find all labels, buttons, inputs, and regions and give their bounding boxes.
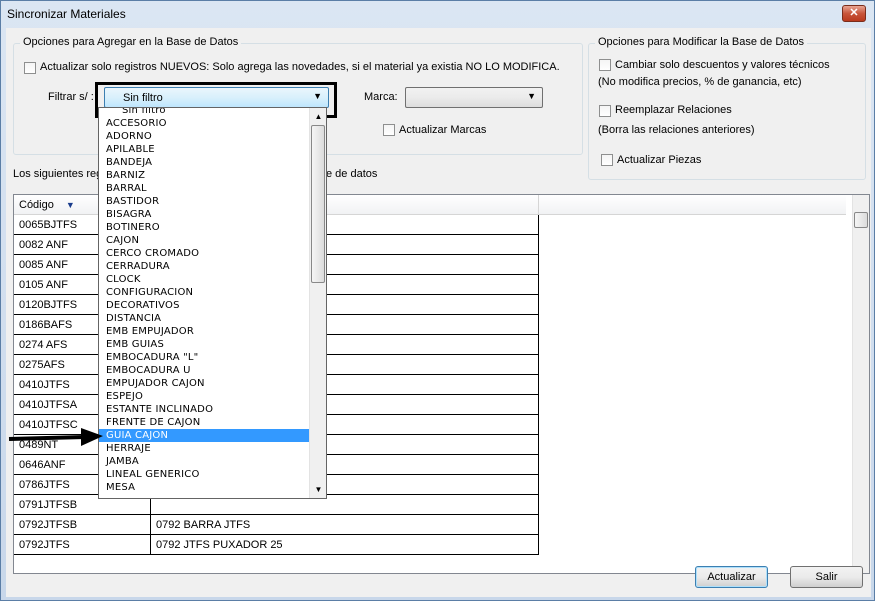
- dropdown-option[interactable]: EMBOCADURA U: [99, 364, 310, 377]
- dropdown-option[interactable]: BASTIDOR: [99, 195, 310, 208]
- update-brands-label: Actualizar Marcas: [399, 124, 487, 136]
- brand-label: Marca:: [364, 91, 398, 103]
- close-icon: ✕: [849, 7, 859, 19]
- discounts-note: (No modifica precios, % de ganancia, etc…: [598, 76, 802, 88]
- dropdown-option[interactable]: ESTANTE INCLINADO: [99, 403, 310, 416]
- records-label: Los siguientes regis: [13, 168, 111, 180]
- dropdown-scroll-thumb[interactable]: [311, 125, 325, 283]
- dropdown-option[interactable]: DECORATIVOS: [99, 299, 310, 312]
- brand-combo[interactable]: ▼: [405, 87, 543, 108]
- dropdown-scrollbar[interactable]: ▲ ▼: [309, 108, 326, 498]
- close-button[interactable]: ✕: [842, 5, 866, 22]
- filter-label: Filtrar s/ :: [48, 91, 94, 103]
- dropdown-option[interactable]: BISAGRA: [99, 208, 310, 221]
- replace-relations-checkbox[interactable]: [599, 105, 611, 117]
- dropdown-option[interactable]: CERCO CROMADO: [99, 247, 310, 260]
- modify-options-group: Opciones para Modificar la Base de Datos…: [588, 36, 866, 180]
- grid-scroll-thumb[interactable]: [854, 212, 868, 228]
- only-new-label: Actualizar solo registros NUEVOS: Solo a…: [40, 61, 560, 73]
- dropdown-option[interactable]: BOTINERO: [99, 221, 310, 234]
- dropdown-option[interactable]: EMB GUIAS: [99, 338, 310, 351]
- discounts-checkbox[interactable]: [599, 59, 611, 71]
- dropdown-option[interactable]: ACCESORIO: [99, 117, 310, 130]
- replace-relations-label: Reemplazar Relaciones: [615, 104, 732, 116]
- window-title: Sincronizar Materiales: [7, 7, 126, 21]
- update-button[interactable]: Actualizar: [695, 566, 768, 588]
- table-row[interactable]: 0792JTFSB 0792 BARRA JTFS: [14, 515, 539, 535]
- update-parts-label: Actualizar Piezas: [617, 154, 702, 166]
- dropdown-option[interactable]: BARNIZ: [99, 169, 310, 182]
- annotation-arrow-icon: [8, 428, 103, 446]
- modify-options-title: Opciones para Modificar la Base de Datos: [595, 36, 808, 48]
- records-label-tail: e de datos: [326, 168, 378, 180]
- dropdown-option[interactable]: MESA: [99, 481, 310, 494]
- dropdown-option[interactable]: LINEAL GENERICO: [99, 468, 310, 481]
- cell-code: 0792JTFS: [14, 535, 151, 555]
- dropdown-option[interactable]: JAMBA: [99, 455, 310, 468]
- dropdown-option[interactable]: FRENTE DE CAJON: [99, 416, 310, 429]
- update-parts-checkbox[interactable]: [601, 154, 613, 166]
- dropdown-option[interactable]: DISTANCIA: [99, 312, 310, 325]
- dropdown-option[interactable]: BARRAL: [99, 182, 310, 195]
- dropdown-option[interactable]: CAJON: [99, 234, 310, 247]
- dropdown-option[interactable]: BANDEJA: [99, 156, 310, 169]
- scroll-up-icon[interactable]: ▲: [310, 108, 326, 125]
- exit-button[interactable]: Salir: [790, 566, 863, 588]
- update-brands-checkbox[interactable]: [383, 124, 395, 136]
- grid-scrollbar[interactable]: [852, 195, 869, 573]
- chevron-down-icon: ▼: [527, 91, 536, 101]
- discounts-label: Cambiar solo descuentos y valores técnic…: [615, 59, 830, 71]
- dropdown-option[interactable]: CLOCK: [99, 273, 310, 286]
- dropdown-option[interactable]: Sin filtro: [99, 108, 310, 117]
- add-options-title: Opciones para Agregar en la Base de Dato…: [20, 36, 242, 48]
- scroll-down-icon[interactable]: ▼: [310, 481, 326, 498]
- replace-relations-note: (Borra las relaciones anteriores): [598, 124, 755, 136]
- cell-description: 0792 JTFS PUXADOR 25: [151, 535, 539, 555]
- only-new-checkbox[interactable]: [24, 62, 36, 74]
- dropdown-option[interactable]: APILABLE: [99, 143, 310, 156]
- dropdown-option[interactable]: ESPEJO: [99, 390, 310, 403]
- dropdown-option[interactable]: HERRAJE: [99, 442, 310, 455]
- dropdown-option[interactable]: EMPUJADOR CAJON: [99, 377, 310, 390]
- dropdown-option[interactable]: EMBOCADURA "L": [99, 351, 310, 364]
- dropdown-option[interactable]: ADORNO: [99, 130, 310, 143]
- dropdown-option[interactable]: EMB EMPUJADOR: [99, 325, 310, 338]
- dropdown-option[interactable]: CERRADURA: [99, 260, 310, 273]
- cell-description: 0792 BARRA JTFS: [151, 515, 539, 535]
- sync-materials-window: Sincronizar Materiales ✕ Opciones para A…: [0, 0, 875, 601]
- filter-dropdown-list[interactable]: Sin filtro ACCESORIO ADORNO APILABLE BANDEJA…: [98, 107, 327, 499]
- table-row[interactable]: 0792JTFS 0792 JTFS PUXADOR 25: [14, 535, 539, 555]
- cell-code: 0792JTFSB: [14, 515, 151, 535]
- dropdown-option[interactable]: GUIA CAJON: [99, 429, 310, 442]
- sort-desc-icon: ▼: [65, 200, 75, 210]
- dropdown-option[interactable]: CONFIGURACION: [99, 286, 310, 299]
- title-bar[interactable]: Sincronizar Materiales ✕: [1, 1, 874, 27]
